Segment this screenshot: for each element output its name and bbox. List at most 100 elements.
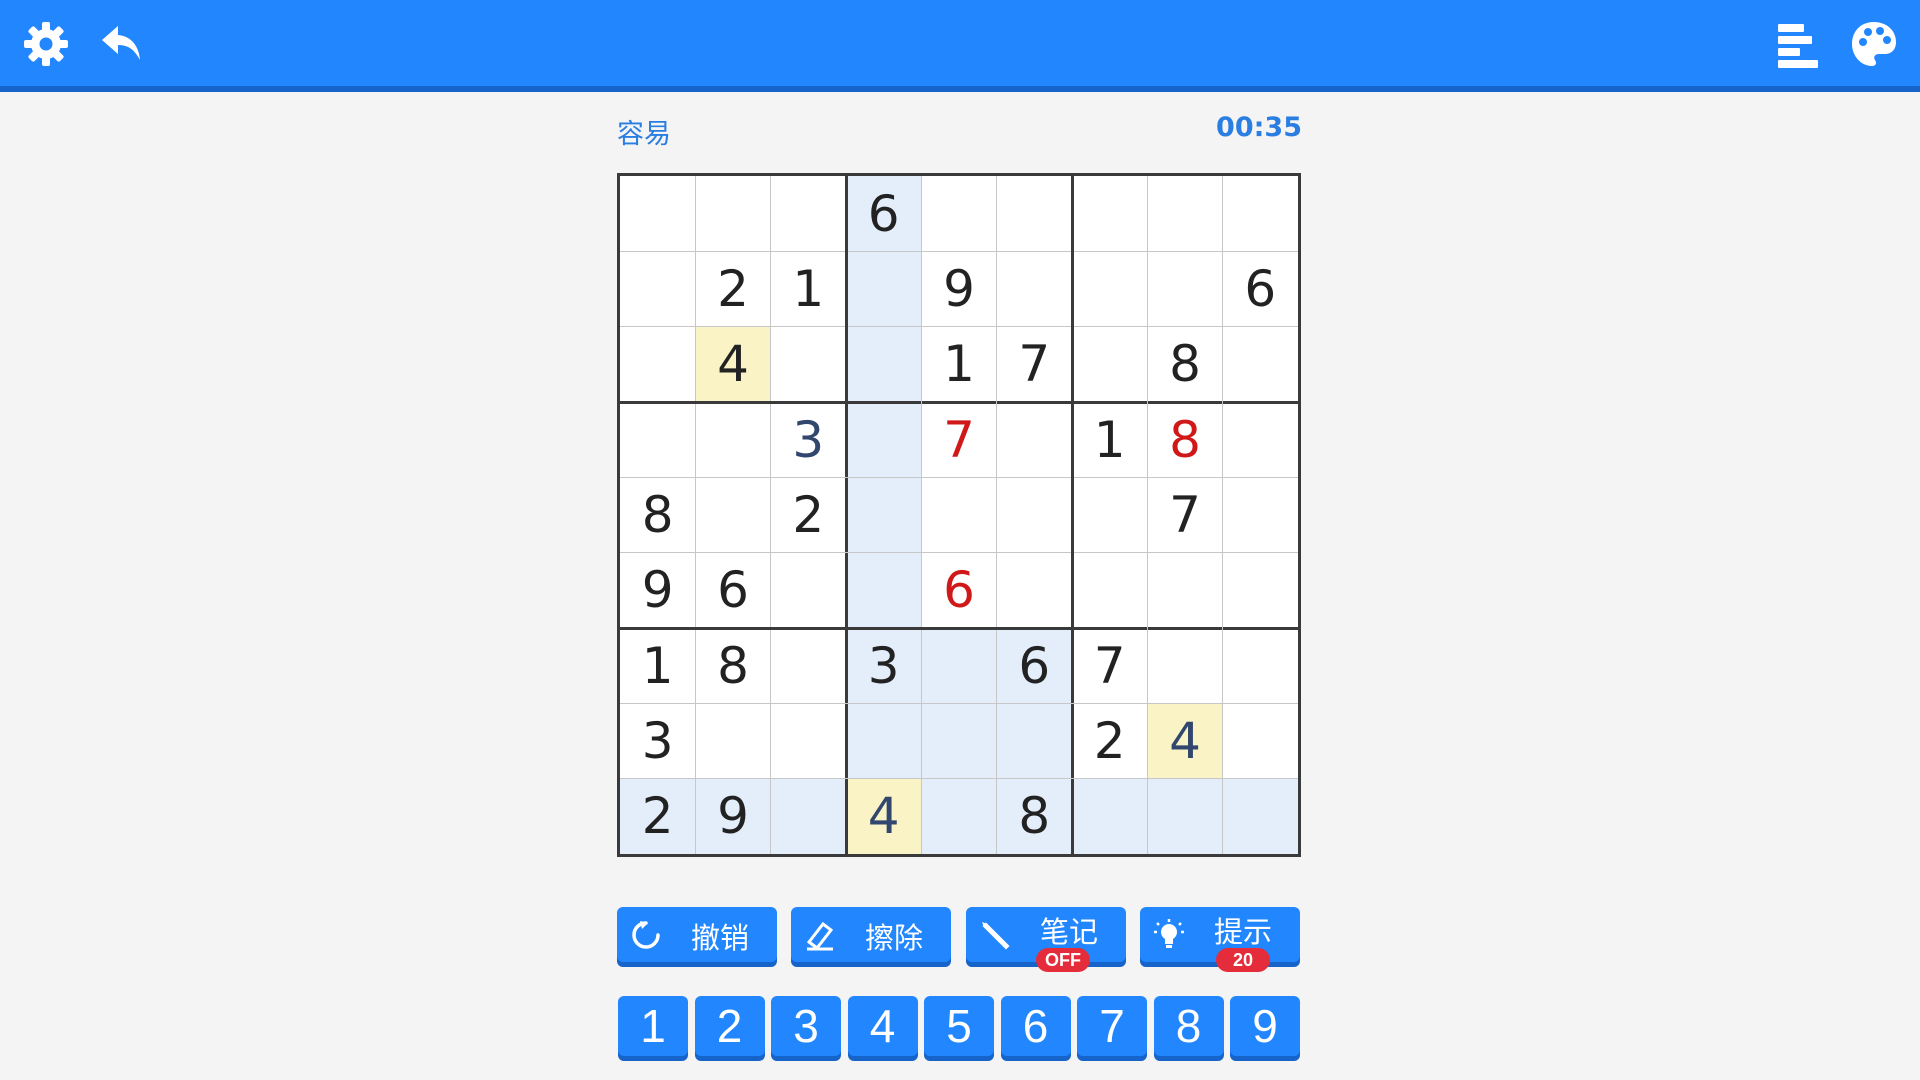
sudoku-cell-r5c6[interactable] <box>997 477 1072 552</box>
sudoku-cell-r4c2[interactable] <box>695 402 770 477</box>
sudoku-cell-r5c1[interactable]: 8 <box>620 477 695 552</box>
number-button-6[interactable]: 6 <box>1000 996 1071 1056</box>
sudoku-cell-r8c5[interactable] <box>921 703 997 779</box>
sudoku-cell-r6c7[interactable] <box>1072 553 1147 628</box>
bars-icon[interactable] <box>1772 18 1824 70</box>
sudoku-cell-r6c9[interactable] <box>1223 553 1298 628</box>
sudoku-cell-r9c8[interactable] <box>1147 778 1223 854</box>
sudoku-cell-r1c2[interactable] <box>695 176 770 251</box>
number-button-1[interactable]: 1 <box>618 996 688 1056</box>
sudoku-cell-r8c8[interactable]: 4 <box>1147 703 1223 779</box>
hint-button[interactable]: 提示 20 <box>1140 907 1300 972</box>
sudoku-cell-r6c5[interactable]: 6 <box>921 553 996 628</box>
sudoku-cell-r7c5[interactable] <box>921 628 997 704</box>
sudoku-cell-r1c4[interactable]: 6 <box>846 176 922 252</box>
sudoku-cell-r3c9[interactable] <box>1223 327 1298 402</box>
sudoku-cell-r9c7[interactable] <box>1072 778 1148 854</box>
grid-line-horizontal <box>620 250 1298 252</box>
sudoku-cell-r1c7[interactable] <box>1072 176 1147 251</box>
sudoku-cell-r4c3[interactable]: 3 <box>771 402 846 477</box>
sudoku-cell-r7c7[interactable]: 7 <box>1072 628 1147 703</box>
sudoku-cell-r3c2[interactable]: 4 <box>695 326 771 402</box>
sudoku-cell-r2c1[interactable] <box>620 251 695 326</box>
sudoku-cell-r9c6[interactable]: 8 <box>996 778 1072 854</box>
sudoku-cell-r9c5[interactable] <box>921 778 997 854</box>
sudoku-cell-r9c3[interactable] <box>770 778 846 854</box>
sudoku-cell-r2c4[interactable] <box>846 251 922 327</box>
sudoku-cell-r5c8[interactable]: 7 <box>1147 477 1222 552</box>
sudoku-cell-r7c2[interactable]: 8 <box>695 628 770 703</box>
number-button-4[interactable]: 4 <box>847 996 918 1056</box>
number-button-2[interactable]: 2 <box>694 996 765 1056</box>
sudoku-cell-r5c4[interactable] <box>846 477 922 553</box>
sudoku-cell-r1c9[interactable] <box>1223 176 1298 251</box>
palette-icon[interactable] <box>1848 18 1900 70</box>
sudoku-cell-r5c9[interactable] <box>1223 477 1298 552</box>
sudoku-cell-r4c9[interactable] <box>1223 402 1298 477</box>
sudoku-cell-r3c4[interactable] <box>846 326 922 402</box>
sudoku-cell-r2c9[interactable]: 6 <box>1223 251 1298 326</box>
sudoku-cell-r7c1[interactable]: 1 <box>620 628 695 703</box>
sudoku-cell-r1c3[interactable] <box>771 176 846 251</box>
sudoku-cell-r8c3[interactable] <box>771 703 846 778</box>
sudoku-cell-r3c5[interactable]: 1 <box>921 327 996 402</box>
sudoku-cell-r9c4[interactable]: 4 <box>846 778 922 854</box>
sudoku-cell-r9c2[interactable]: 9 <box>695 778 771 854</box>
sudoku-cell-r3c8[interactable]: 8 <box>1147 327 1222 402</box>
number-button-9[interactable]: 9 <box>1230 996 1300 1056</box>
sudoku-cell-r3c3[interactable] <box>771 327 846 402</box>
sudoku-cell-r8c1[interactable]: 3 <box>620 703 695 778</box>
sudoku-cell-r1c5[interactable] <box>921 176 996 251</box>
sudoku-cell-r6c1[interactable]: 9 <box>620 553 695 628</box>
sudoku-cell-r5c2[interactable] <box>695 477 770 552</box>
undo-button[interactable]: 撤销 <box>617 907 777 962</box>
sudoku-cell-r5c7[interactable] <box>1072 477 1147 552</box>
sudoku-cell-r8c4[interactable] <box>846 703 922 779</box>
sudoku-cell-r7c8[interactable] <box>1147 628 1222 703</box>
sudoku-cell-r9c1[interactable]: 2 <box>620 778 696 854</box>
number-button-8[interactable]: 8 <box>1153 996 1224 1056</box>
sudoku-cell-r2c5[interactable]: 9 <box>921 251 996 326</box>
sudoku-cell-r4c4[interactable] <box>846 402 922 478</box>
sudoku-cell-r4c6[interactable] <box>997 402 1072 477</box>
sudoku-cell-r2c8[interactable] <box>1147 251 1222 326</box>
sudoku-cell-r7c3[interactable] <box>771 628 846 703</box>
sudoku-cell-r4c7[interactable]: 1 <box>1072 402 1147 477</box>
number-button-7[interactable]: 7 <box>1077 996 1147 1056</box>
sudoku-cell-r5c3[interactable]: 2 <box>771 477 846 552</box>
sudoku-cell-r6c6[interactable] <box>997 553 1072 628</box>
sudoku-cell-r4c8[interactable]: 8 <box>1147 402 1222 477</box>
sudoku-cell-r1c1[interactable] <box>620 176 695 251</box>
sudoku-cell-r7c9[interactable] <box>1223 628 1298 703</box>
sudoku-cell-r5c5[interactable] <box>921 477 996 552</box>
sudoku-cell-r2c3[interactable]: 1 <box>771 251 846 326</box>
sudoku-cell-r2c7[interactable] <box>1072 251 1147 326</box>
sudoku-cell-r6c4[interactable] <box>846 552 922 628</box>
sudoku-cell-r8c9[interactable] <box>1223 703 1298 778</box>
grid-line-vertical <box>920 176 922 854</box>
sudoku-cell-r3c1[interactable] <box>620 327 695 402</box>
sudoku-cell-r2c6[interactable] <box>997 251 1072 326</box>
sudoku-cell-r4c1[interactable] <box>620 402 695 477</box>
sudoku-cell-r8c2[interactable] <box>695 703 770 778</box>
gear-icon[interactable] <box>20 18 72 70</box>
back-arrow-icon[interactable] <box>96 18 148 70</box>
sudoku-cell-r3c7[interactable] <box>1072 327 1147 402</box>
sudoku-cell-r3c6[interactable]: 7 <box>997 327 1072 402</box>
sudoku-cell-r6c2[interactable]: 6 <box>695 553 770 628</box>
sudoku-cell-r8c6[interactable] <box>996 703 1072 779</box>
sudoku-cell-r1c6[interactable] <box>997 176 1072 251</box>
number-button-5[interactable]: 5 <box>924 996 994 1056</box>
notes-button[interactable]: 笔记 OFF <box>966 907 1126 972</box>
sudoku-cell-r9c9[interactable] <box>1222 778 1298 854</box>
sudoku-cell-r2c2[interactable]: 2 <box>695 251 770 326</box>
sudoku-cell-r4c5[interactable]: 7 <box>921 402 996 477</box>
sudoku-cell-r6c3[interactable] <box>771 553 846 628</box>
erase-button[interactable]: 擦除 <box>791 907 951 962</box>
sudoku-cell-r7c4[interactable]: 3 <box>846 628 922 704</box>
number-button-3[interactable]: 3 <box>771 996 841 1056</box>
sudoku-cell-r8c7[interactable]: 2 <box>1072 703 1147 778</box>
sudoku-cell-r1c8[interactable] <box>1147 176 1222 251</box>
sudoku-cell-r6c8[interactable] <box>1147 553 1222 628</box>
sudoku-cell-r7c6[interactable]: 6 <box>996 628 1072 704</box>
